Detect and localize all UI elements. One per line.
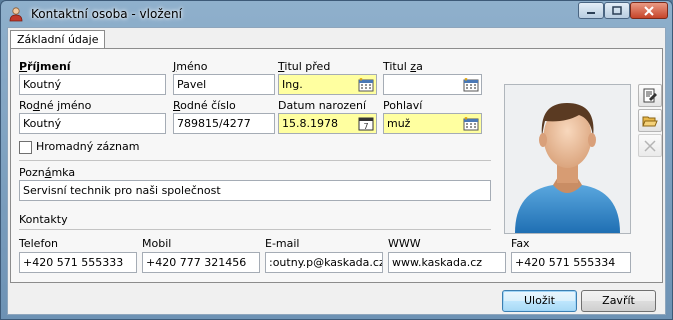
fax-input[interactable]: +420 571 555334 — [511, 252, 631, 273]
birth-date-label: Datum narození — [278, 99, 366, 112]
phone-label: Telefon — [19, 237, 59, 250]
tab-zakladni-udaje[interactable]: Základní údaje — [10, 30, 106, 49]
title-before-value: Ing. — [282, 78, 303, 91]
first-name-label: Jméno — [173, 60, 208, 73]
maiden-name-label: Rodné jméno — [19, 99, 92, 112]
edit-document-icon — [643, 88, 657, 102]
separator — [19, 160, 491, 161]
email-input[interactable]: :outny.p@kaskada.cz — [265, 252, 383, 273]
note-label: Poznámka — [19, 166, 76, 179]
title-after-input[interactable] — [383, 74, 482, 95]
birth-number-input[interactable]: 789815/4277 — [173, 113, 275, 134]
title-after-label: Titul za — [383, 60, 423, 73]
separator — [19, 229, 491, 230]
contact-photo[interactable] — [504, 84, 631, 234]
close-icon — [644, 5, 654, 16]
title-before-input[interactable]: Ing. — [278, 74, 377, 95]
fax-label: Fax — [511, 237, 530, 250]
close-button[interactable]: Zavřít — [581, 290, 656, 312]
title-after-picker-button[interactable] — [461, 76, 480, 93]
note-input[interactable]: Servisní technik pro naši společnost — [19, 180, 491, 201]
close-window-button[interactable] — [630, 2, 668, 19]
list-picker-icon — [463, 116, 478, 130]
list-picker-icon — [463, 77, 478, 91]
open-folder-icon — [642, 116, 658, 126]
www-label: WWW — [388, 237, 421, 250]
title-before-label: Titul před — [278, 60, 331, 73]
email-label: E-mail — [265, 237, 300, 250]
birth-date-value: 15.8.1978 — [282, 117, 338, 130]
maiden-name-input[interactable]: Koutný — [19, 113, 166, 134]
delete-photo-button[interactable] — [638, 134, 662, 157]
window-title: Kontaktní osoba - vložení — [31, 7, 182, 21]
title-before-picker-button[interactable] — [356, 76, 375, 93]
surname-input[interactable]: Koutný — [19, 74, 166, 95]
first-name-input[interactable]: Pavel — [173, 74, 275, 95]
contacts-section-label: Kontakty — [19, 213, 68, 226]
maximize-icon — [612, 6, 622, 15]
bulk-record-label: Hromadný záznam — [36, 140, 140, 153]
mobile-input[interactable]: +420 777 321456 — [142, 252, 260, 273]
mobile-label: Mobil — [142, 237, 172, 250]
gender-input[interactable]: muž — [383, 113, 482, 134]
avatar-person-icon — [515, 103, 620, 233]
dialog-client-area: Základní údaje Příjmení Koutný Jméno Pav… — [7, 27, 666, 315]
bulk-record-checkbox[interactable] — [19, 141, 32, 154]
delete-x-icon — [644, 139, 656, 152]
list-picker-icon — [358, 77, 373, 91]
title-bar[interactable]: Kontaktní osoba - vložení — [1, 1, 672, 27]
phone-input[interactable]: +420 571 555333 — [19, 252, 137, 273]
calendar-icon: 7 — [358, 117, 373, 131]
minimize-icon — [587, 11, 595, 14]
dialog-window: Kontaktní osoba - vložení Základní údaje… — [0, 0, 673, 320]
maximize-button[interactable] — [604, 2, 630, 19]
minimize-button[interactable] — [578, 2, 604, 19]
gender-picker-button[interactable] — [461, 115, 480, 132]
birth-date-calendar-button[interactable]: 7 — [356, 115, 375, 132]
birth-number-label: Rodné číslo — [173, 99, 236, 112]
gender-value: muž — [387, 117, 411, 130]
open-photo-button[interactable] — [638, 109, 662, 132]
edit-photo-button[interactable] — [638, 84, 662, 107]
www-input[interactable]: www.kaskada.cz — [388, 252, 506, 273]
gender-label: Pohlaví — [383, 99, 423, 112]
svg-text:7: 7 — [363, 122, 368, 131]
birth-date-input[interactable]: 15.8.1978 7 — [278, 113, 377, 134]
save-button[interactable]: Uložit — [502, 290, 577, 312]
tab-panel: Příjmení Koutný Jméno Pavel Titul před I… — [10, 48, 663, 283]
person-app-icon — [9, 7, 23, 22]
surname-label: Příjmení — [19, 60, 71, 73]
